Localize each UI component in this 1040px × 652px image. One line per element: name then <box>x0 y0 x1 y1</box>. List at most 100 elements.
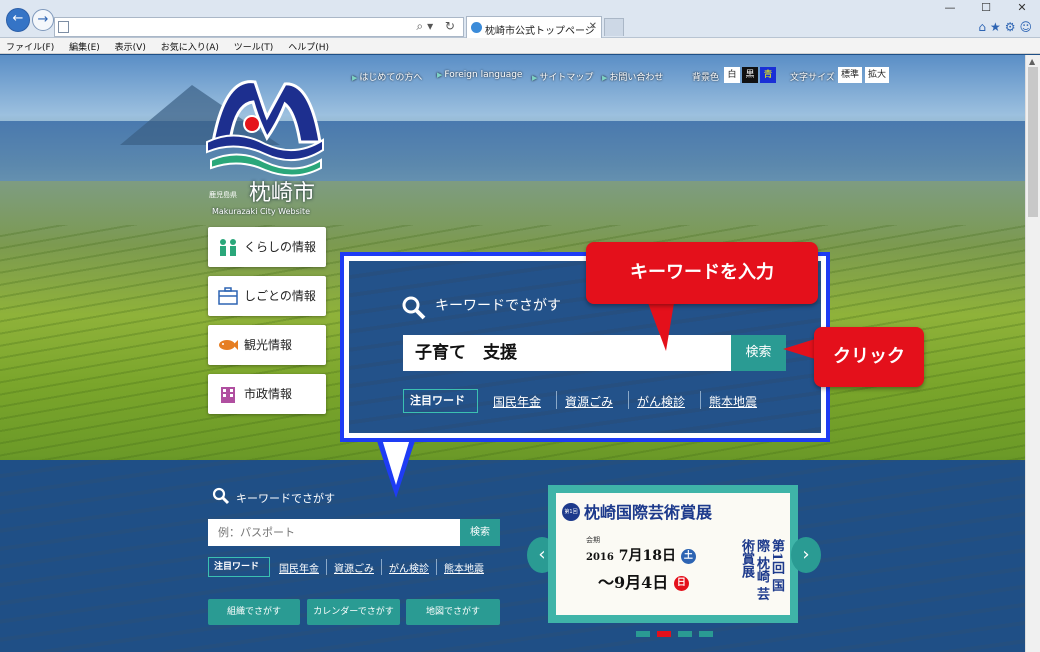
bg-color-label: 背景色 <box>692 73 720 83</box>
search-button[interactable]: 検索 <box>460 519 500 546</box>
window-controls: — ☐ ✕ <box>932 0 1040 16</box>
search-refresh-icon[interactable]: ⌕▾ ↻ <box>416 19 459 34</box>
keyword-link-3[interactable]: がん検診 <box>389 560 429 575</box>
carousel-next-button[interactable]: › <box>791 537 821 573</box>
address-bar[interactable]: ⌕▾ ↻ <box>54 17 464 37</box>
fish-icon <box>219 340 238 350</box>
scroll-thumb[interactable] <box>1028 67 1038 217</box>
logo-english: Makurazaki City Website <box>212 207 311 216</box>
tab-title: 枕崎市公式トップページ <box>485 26 595 37</box>
search-icon <box>402 296 426 320</box>
category-tourism-button[interactable]: 観光情報 <box>208 325 326 365</box>
link-foreign-language[interactable]: Foreign language <box>437 70 522 80</box>
callout-search-button[interactable]: 検索 <box>731 335 786 371</box>
menu-favorites[interactable]: お気に入り(A) <box>161 43 219 53</box>
browser-toolbar: ← → ⌕▾ ↻ 枕崎市公式トップページ ✕ — ☐ ✕ ⌂★⚙☺ <box>0 0 1040 38</box>
category-city-admin-button[interactable]: 市政情報 <box>208 374 326 414</box>
keyword-link-1[interactable]: 国民年金 <box>279 560 319 575</box>
menu-file[interactable]: ファイル(F) <box>6 43 54 53</box>
logo-city-name: 枕崎市 <box>249 181 316 206</box>
callout-featured-tag: 注目ワード <box>403 389 478 413</box>
event-banner[interactable]: 第1回 枕崎国際芸術賞展 会期 2016 7月18日 土 〜9月4日 日 第1回… <box>548 485 798 623</box>
back-button[interactable]: ← <box>6 8 30 32</box>
annotation-click-pointer <box>783 339 815 359</box>
font-size-label: 文字サイズ <box>790 73 835 83</box>
divider <box>628 391 629 409</box>
search-title: キーワードでさがす <box>236 492 335 505</box>
link-first-time[interactable]: はじめての方へ <box>352 70 422 83</box>
link-contact[interactable]: お問い合わせ <box>602 70 663 83</box>
search-by-calendar-button[interactable]: カレンダーでさがす <box>307 599 400 625</box>
banner-end-day: 日 <box>673 576 689 591</box>
callout-search-input[interactable]: 子育て 支援 <box>403 335 731 371</box>
scrollbar[interactable]: ▲ <box>1025 55 1040 652</box>
tab-close-icon[interactable]: ✕ <box>589 21 597 32</box>
category-tourism-label: 観光情報 <box>244 338 293 352</box>
category-work-label: しごとの情報 <box>244 289 316 303</box>
city-logo[interactable]: 鹿児島県 枕崎市 Makurazaki City Website <box>205 72 325 216</box>
carousel-dot-4[interactable] <box>699 631 713 637</box>
callout-keyword-3[interactable]: がん検診 <box>637 393 685 410</box>
close-button[interactable]: ✕ <box>1004 0 1040 16</box>
annotation-click: クリック <box>814 327 924 387</box>
banner-start-date: 2016 7月18日 土 <box>586 545 696 565</box>
briefcase-icon <box>218 287 238 305</box>
callout-keyword-1[interactable]: 国民年金 <box>493 393 541 410</box>
bg-blue-button[interactable]: 青 <box>760 67 776 83</box>
carousel-dot-2[interactable] <box>657 631 671 637</box>
annotation-enter-keyword: キーワードを入力 <box>586 242 818 304</box>
bg-white-button[interactable]: 白 <box>724 67 740 83</box>
banner-start: 7月18日 <box>618 548 676 564</box>
event-banner-content: 第1回 枕崎国際芸術賞展 会期 2016 7月18日 土 〜9月4日 日 第1回… <box>556 493 790 615</box>
banner-start-day: 土 <box>680 548 696 564</box>
new-tab-button[interactable] <box>604 18 624 36</box>
tab-active[interactable]: 枕崎市公式トップページ ✕ <box>466 16 602 38</box>
minimize-button[interactable]: — <box>932 0 968 16</box>
ie-icon <box>471 22 482 33</box>
menu-edit[interactable]: 編集(E) <box>69 43 100 53</box>
banner-end: 〜9月4日 <box>598 573 669 592</box>
search-by-organization-button[interactable]: 組織でさがす <box>208 599 300 625</box>
logo-prefecture: 鹿児島県 <box>209 191 237 199</box>
carousel-dot-3[interactable] <box>678 631 692 637</box>
callout-keyword-4[interactable]: 熊本地震 <box>709 393 757 410</box>
logo-emblem-icon <box>206 80 324 177</box>
annotation-keyword-pointer <box>648 303 674 351</box>
menu-help[interactable]: ヘルプ(H) <box>288 43 329 53</box>
search-band-background <box>0 460 1025 652</box>
scroll-up-icon[interactable]: ▲ <box>1029 57 1035 66</box>
banner-vertical-logo: 第1回 国際 枕崎 芸術賞展 <box>724 539 784 603</box>
font-size-normal-button[interactable]: 標準 <box>838 67 863 83</box>
divider <box>556 391 557 409</box>
search-by-map-button[interactable]: 地図でさがす <box>406 599 500 625</box>
divider <box>436 559 437 575</box>
category-city-admin-label: 市政情報 <box>244 387 293 401</box>
banner-end-date: 〜9月4日 日 <box>598 569 689 593</box>
page-icon <box>58 21 69 33</box>
keyword-link-4[interactable]: 熊本地震 <box>444 560 484 575</box>
forward-button[interactable]: → <box>32 9 54 31</box>
carousel-dot-1[interactable] <box>636 631 650 637</box>
home-favorites-tools-icons[interactable]: ⌂★⚙☺ <box>978 20 1036 34</box>
banner-period-label: 会期 <box>586 536 600 544</box>
category-living-label: くらしの情報 <box>244 240 317 254</box>
menu-view[interactable]: 表示(V) <box>115 43 146 53</box>
search-input[interactable] <box>208 519 460 546</box>
callout-pointer-inner <box>382 439 410 485</box>
maximize-button[interactable]: ☐ <box>968 0 1004 16</box>
font-size-large-button[interactable]: 拡大 <box>865 67 890 83</box>
callout-keyword-2[interactable]: 資源ごみ <box>565 393 613 410</box>
link-sitemap[interactable]: サイトマップ <box>532 70 593 83</box>
menu-bar: ファイル(F) 編集(E) 表示(V) お気に入り(A) ツール(T) ヘルプ(… <box>0 38 1040 54</box>
category-living-button[interactable]: くらしの情報 <box>208 227 326 267</box>
category-work-button[interactable]: しごとの情報 <box>208 276 326 316</box>
page-viewport: はじめての方へ Foreign language サイトマップ お問い合わせ 背… <box>0 55 1025 652</box>
bg-black-button[interactable]: 黒 <box>742 67 758 83</box>
menu-tools[interactable]: ツール(T) <box>234 43 274 53</box>
banner-title: 枕崎国際芸術賞展 <box>584 503 713 522</box>
building-icon <box>221 387 235 403</box>
keyword-link-2[interactable]: 資源ごみ <box>334 560 374 575</box>
banner-year: 2016 <box>586 552 614 563</box>
banner-vertical-title: 第1回 国際 枕崎 芸術賞展 <box>739 539 784 601</box>
banner-badge: 第1回 <box>562 503 580 521</box>
